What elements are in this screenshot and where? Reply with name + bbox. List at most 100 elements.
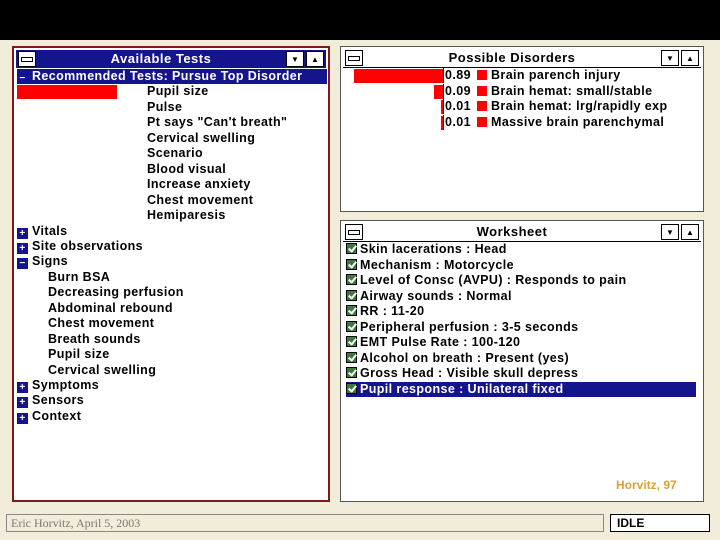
- expand-icon[interactable]: +: [17, 397, 28, 409]
- available-tests-title: Available Tests: [110, 51, 212, 66]
- disorder-label: Brain hemat: small/stable: [491, 83, 653, 98]
- disorder-probability: 0.89: [445, 68, 471, 82]
- tree-group-symptoms[interactable]: + Symptoms: [17, 378, 99, 393]
- author-signature: Horvitz, 97: [616, 478, 677, 492]
- disorder-probability: 0.09: [445, 83, 471, 98]
- expand-icon[interactable]: +: [17, 242, 28, 254]
- worksheet-item-label: Alcohol on breath : Present (yes): [360, 350, 570, 365]
- system-menu-button[interactable]: [345, 50, 363, 66]
- checkbox-icon[interactable]: [346, 351, 357, 363]
- tree-group-sensors[interactable]: + Sensors: [17, 393, 85, 409]
- list-item[interactable]: Burn BSA: [48, 270, 110, 285]
- disorder-marker-icon: [477, 101, 487, 111]
- list-item[interactable]: Abdominal rebound: [48, 301, 173, 316]
- list-item[interactable]: Cervical swelling: [147, 131, 255, 146]
- worksheet-window: Worksheet ▼ ▲ Skin lacerations : Head Mec…: [340, 220, 704, 502]
- worksheet-item-label: Gross Head : Visible skull depress: [360, 366, 579, 380]
- disorder-label: Brain hemat: lrg/rapidly exp: [491, 99, 668, 113]
- checkbox-icon[interactable]: [346, 243, 357, 254]
- list-item[interactable]: Pupil size: [48, 347, 110, 362]
- list-item[interactable]: Decreasing perfusion: [48, 285, 184, 300]
- available-tests-titlebar[interactable]: Available Tests ▼ ▲: [16, 50, 326, 68]
- checkbox-icon[interactable]: [346, 367, 357, 378]
- maximize-button[interactable]: ▲: [681, 224, 699, 240]
- recommended-bar: [17, 85, 117, 100]
- worksheet-titlebar[interactable]: Worksheet ▼ ▲: [343, 223, 701, 242]
- tree-group-label: Vitals: [32, 223, 68, 238]
- collapse-icon[interactable]: −: [17, 258, 28, 270]
- credit-text: Eric Horvitz, April 5, 2003: [6, 514, 604, 532]
- worksheet-item[interactable]: RR : 11-20: [346, 304, 424, 319]
- tree-group-signs[interactable]: − Signs: [17, 254, 69, 270]
- checkbox-icon[interactable]: [346, 258, 357, 270]
- bar-baseline: [443, 83, 444, 99]
- worksheet-item[interactable]: Skin lacerations : Head: [346, 242, 507, 257]
- disorder-marker-icon: [477, 116, 487, 127]
- worksheet-item[interactable]: Alcohol on breath : Present (yes): [346, 351, 569, 366]
- minimize-button[interactable]: ▼: [661, 224, 679, 240]
- tree-group-label: Symptoms: [32, 378, 100, 392]
- checkbox-icon[interactable]: [346, 289, 357, 301]
- list-item[interactable]: Cervical swelling: [48, 363, 156, 378]
- list-item[interactable]: Breath sounds: [48, 332, 141, 347]
- worksheet-item[interactable]: Level of Consc (AVPU) : Responds to pain: [346, 273, 626, 288]
- tree-group-label: Context: [32, 408, 82, 423]
- worksheet-item[interactable]: Gross Head : Visible skull depress: [346, 366, 578, 381]
- status-indicator: IDLE: [610, 514, 710, 532]
- disorder-item[interactable]: Brain hemat: small/stable: [477, 84, 652, 99]
- list-item[interactable]: Chest movement: [147, 193, 253, 208]
- worksheet-item-label: Skin lacerations : Head: [360, 242, 507, 256]
- expand-icon[interactable]: +: [17, 412, 28, 424]
- tree-group-label: Signs: [32, 254, 69, 269]
- list-item[interactable]: Pt says "Can't breath": [147, 115, 287, 130]
- checkbox-icon[interactable]: [346, 274, 357, 285]
- disorder-item[interactable]: Brain parench injury: [477, 68, 621, 83]
- tree-group-context[interactable]: + Context: [17, 409, 81, 424]
- tree-group-site-observations[interactable]: + Site observations: [17, 239, 143, 254]
- checkbox-icon[interactable]: [346, 336, 357, 347]
- worksheet-item-label: Level of Consc (AVPU) : Responds to pain: [360, 273, 627, 287]
- probability-bar: [354, 69, 443, 83]
- worksheet-item[interactable]: Pupil response : Unilateral fixed: [346, 381, 696, 397]
- checkbox-icon[interactable]: [346, 382, 357, 394]
- bar-baseline: [443, 114, 444, 130]
- system-menu-button[interactable]: [18, 51, 36, 67]
- list-item[interactable]: Pulse: [147, 100, 182, 115]
- minimize-button[interactable]: ▼: [661, 50, 679, 66]
- collapse-icon[interactable]: −: [17, 73, 28, 84]
- worksheet-item-label: Pupil response : Unilateral fixed: [360, 381, 564, 396]
- recommended-tests-row[interactable]: − Recommended Tests: Pursue Top Disorder: [17, 69, 327, 84]
- disorder-item[interactable]: Brain hemat: lrg/rapidly exp: [477, 99, 668, 114]
- system-menu-button[interactable]: [345, 224, 363, 240]
- possible-disorders-titlebar[interactable]: Possible Disorders ▼ ▲: [343, 49, 701, 68]
- tree-group-label: Site observations: [32, 238, 143, 253]
- minimize-button[interactable]: ▼: [286, 51, 304, 67]
- worksheet-title: Worksheet: [476, 224, 548, 239]
- maximize-button[interactable]: ▲: [306, 51, 324, 67]
- expand-icon[interactable]: +: [17, 382, 28, 393]
- worksheet-item[interactable]: Airway sounds : Normal: [346, 289, 512, 304]
- worksheet-item[interactable]: Peripheral perfusion : 3-5 seconds: [346, 320, 579, 335]
- disorder-marker-icon: [477, 70, 487, 80]
- list-item[interactable]: Increase anxiety: [147, 177, 251, 192]
- probability-bar: [434, 84, 443, 99]
- disorder-item[interactable]: Massive brain parenchymal: [477, 115, 664, 130]
- list-item[interactable]: Blood visual: [147, 162, 226, 177]
- tree-group-vitals[interactable]: + Vitals: [17, 224, 68, 239]
- disorder-label: Massive brain parenchymal: [491, 114, 665, 129]
- recommended-tests-label: Recommended Tests: Pursue Top Disorder: [32, 69, 303, 83]
- worksheet-item-label: Airway sounds : Normal: [360, 288, 512, 303]
- worksheet-item-label: Mechanism : Motorcycle: [360, 257, 514, 272]
- list-item[interactable]: Pupil size: [147, 84, 209, 99]
- expand-icon[interactable]: +: [17, 227, 28, 239]
- list-item[interactable]: Chest movement: [48, 316, 154, 331]
- tree-group-label: Sensors: [32, 393, 85, 408]
- maximize-button[interactable]: ▲: [681, 50, 699, 66]
- list-item[interactable]: Hemiparesis: [147, 208, 226, 223]
- checkbox-icon[interactable]: [346, 320, 357, 332]
- worksheet-item[interactable]: EMT Pulse Rate : 100-120: [346, 335, 520, 350]
- checkbox-icon[interactable]: [346, 305, 357, 316]
- status-bar: Eric Horvitz, April 5, 2003 IDLE: [6, 514, 714, 534]
- list-item[interactable]: Scenario: [147, 146, 203, 161]
- worksheet-item[interactable]: Mechanism : Motorcycle: [346, 258, 514, 273]
